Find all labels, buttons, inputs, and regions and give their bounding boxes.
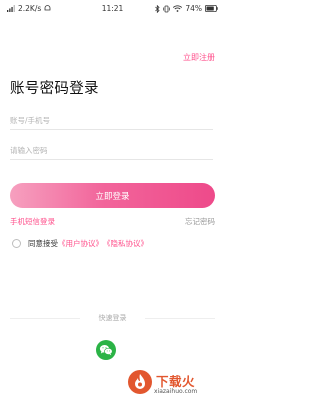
status-right: 74% — [155, 4, 218, 13]
agreement-prefix: 同意接受 — [28, 239, 58, 248]
battery-icon — [205, 5, 218, 12]
fire-logo-icon — [128, 370, 152, 394]
status-bar: 2.2K/s 11:21 74% — [0, 0, 225, 16]
user-agreement-link[interactable]: 《用户协议》 — [58, 238, 103, 249]
sms-login-link[interactable]: 手机短信登录 — [10, 216, 55, 227]
vibrate-icon — [163, 5, 171, 12]
divider-line-right — [145, 318, 215, 319]
page-title: 账号密码登录 — [10, 81, 99, 97]
password-input[interactable] — [10, 138, 213, 159]
agreement-row: 同意接受 《用户协议》 《隐私协议》 — [12, 238, 148, 249]
login-button-label: 立即登录 — [95, 191, 130, 202]
login-page: 2.2K/s 11:21 74% 立即注册 账号密码登录 账号/手机号 立即登录… — [0, 0, 225, 400]
agreement-checkbox[interactable] — [12, 239, 21, 248]
account-field-container — [10, 108, 213, 130]
login-button[interactable]: 立即登录 — [10, 183, 215, 208]
bluetooth-icon — [155, 4, 160, 13]
wechat-icon — [99, 345, 113, 356]
wifi-icon — [173, 5, 183, 12]
watermark: 下载火 xiazaihuo.com — [127, 367, 217, 397]
quick-login-divider: 快速登录 — [0, 312, 225, 324]
account-input[interactable] — [10, 108, 213, 129]
battery-percent: 74% — [185, 4, 202, 13]
watermark-site: xiazaihuo.com — [154, 388, 198, 395]
register-link[interactable]: 立即注册 — [183, 52, 215, 63]
password-field-container — [10, 138, 213, 160]
wechat-login-button[interactable] — [96, 340, 116, 360]
privacy-policy-link[interactable]: 《隐私协议》 — [103, 238, 148, 249]
forgot-password-link[interactable]: 忘记密码 — [185, 216, 215, 227]
